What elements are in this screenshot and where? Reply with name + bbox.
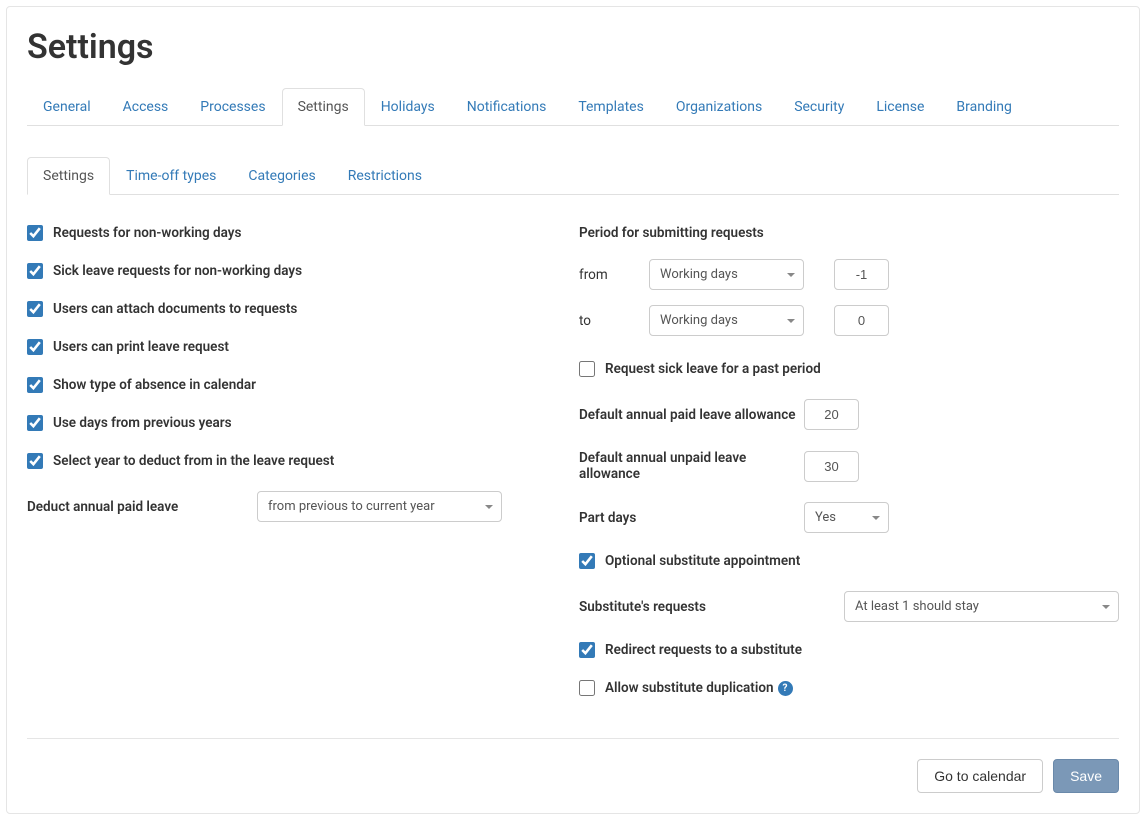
save-button[interactable]: Save bbox=[1053, 759, 1119, 793]
input-paid-allowance[interactable] bbox=[804, 399, 859, 430]
tab-branding[interactable]: Branding bbox=[940, 88, 1027, 126]
select-part-days[interactable]: Yes bbox=[804, 502, 889, 533]
subtab-categories[interactable]: Categories bbox=[232, 157, 331, 195]
main-tabs: GeneralAccessProcessesSettingsHolidaysNo… bbox=[27, 87, 1119, 126]
input-to-value[interactable] bbox=[834, 305, 889, 336]
label-requests-nonworking: Requests for non-working days bbox=[53, 225, 241, 241]
chevron-down-icon bbox=[787, 273, 795, 277]
label-to: to bbox=[579, 313, 619, 329]
select-from-unit[interactable]: Working days bbox=[649, 259, 804, 290]
checkbox-redirect[interactable] bbox=[579, 642, 595, 658]
tab-templates[interactable]: Templates bbox=[562, 88, 660, 126]
go-to-calendar-button[interactable]: Go to calendar bbox=[917, 759, 1043, 793]
checkbox-optional-substitute[interactable] bbox=[579, 553, 595, 569]
right-column: Period for submitting requests from Work… bbox=[579, 225, 1119, 718]
checkbox-sick-past[interactable] bbox=[579, 361, 595, 377]
label-from: from bbox=[579, 267, 619, 283]
chevron-down-icon bbox=[1102, 605, 1110, 609]
tab-organizations[interactable]: Organizations bbox=[660, 88, 778, 126]
chevron-down-icon bbox=[872, 516, 880, 520]
checkbox-show-type[interactable] bbox=[27, 377, 43, 393]
page-title: Settings bbox=[27, 27, 1119, 67]
label-unpaid-allowance: Default annual unpaid leave allowance bbox=[579, 450, 804, 482]
checkbox-select-year[interactable] bbox=[27, 453, 43, 469]
label-redirect: Redirect requests to a substitute bbox=[605, 642, 802, 658]
chevron-down-icon bbox=[787, 319, 795, 323]
divider bbox=[27, 738, 1119, 739]
select-deduct[interactable]: from previous to current year bbox=[257, 491, 502, 522]
input-from-value[interactable] bbox=[834, 259, 889, 290]
select-from-unit-value: Working days bbox=[660, 267, 738, 282]
tab-general[interactable]: General bbox=[27, 88, 107, 126]
label-attach-docs: Users can attach documents to requests bbox=[53, 301, 297, 317]
chevron-down-icon bbox=[485, 505, 493, 509]
left-column: Requests for non-working days Sick leave… bbox=[27, 225, 539, 718]
label-sick-past: Request sick leave for a past period bbox=[605, 361, 821, 377]
label-optional-substitute: Optional substitute appointment bbox=[605, 553, 800, 569]
tab-holidays[interactable]: Holidays bbox=[365, 88, 451, 126]
select-part-days-value: Yes bbox=[815, 510, 836, 525]
checkbox-prev-years[interactable] bbox=[27, 415, 43, 431]
select-to-unit[interactable]: Working days bbox=[649, 305, 804, 336]
subtab-time-off-types[interactable]: Time-off types bbox=[110, 157, 232, 195]
label-select-year: Select year to deduct from in the leave … bbox=[53, 453, 334, 469]
subtab-restrictions[interactable]: Restrictions bbox=[332, 157, 438, 195]
checkbox-attach-docs[interactable] bbox=[27, 301, 43, 317]
label-deduct: Deduct annual paid leave bbox=[27, 499, 257, 515]
label-sick-nonworking: Sick leave requests for non-working days bbox=[53, 263, 302, 279]
checkbox-sick-nonworking[interactable] bbox=[27, 263, 43, 279]
select-substitute-requests-value: At least 1 should stay bbox=[855, 599, 979, 614]
tab-settings[interactable]: Settings bbox=[282, 88, 365, 126]
label-show-type: Show type of absence in calendar bbox=[53, 377, 256, 393]
label-part-days: Part days bbox=[579, 510, 804, 526]
help-icon[interactable]: ? bbox=[778, 681, 793, 696]
checkbox-print[interactable] bbox=[27, 339, 43, 355]
tab-notifications[interactable]: Notifications bbox=[451, 88, 563, 126]
label-substitute-requests: Substitute's requests bbox=[579, 599, 844, 615]
footer-actions: Go to calendar Save bbox=[27, 759, 1119, 793]
select-substitute-requests[interactable]: At least 1 should stay bbox=[844, 591, 1119, 622]
subtab-settings[interactable]: Settings bbox=[27, 157, 110, 195]
label-allow-dup: Allow substitute duplication bbox=[605, 680, 774, 696]
checkbox-allow-dup[interactable] bbox=[579, 680, 595, 696]
input-unpaid-allowance[interactable] bbox=[804, 451, 859, 482]
checkbox-requests-nonworking[interactable] bbox=[27, 225, 43, 241]
label-paid-allowance: Default annual paid leave allowance bbox=[579, 407, 804, 423]
label-print: Users can print leave request bbox=[53, 339, 229, 355]
tab-license[interactable]: License bbox=[860, 88, 940, 126]
label-prev-years: Use days from previous years bbox=[53, 415, 232, 431]
period-header: Period for submitting requests bbox=[579, 225, 1119, 241]
select-deduct-value: from previous to current year bbox=[268, 499, 435, 514]
sub-tabs: SettingsTime-off typesCategoriesRestrict… bbox=[27, 156, 1119, 195]
tab-security[interactable]: Security bbox=[778, 88, 860, 126]
tab-processes[interactable]: Processes bbox=[184, 88, 281, 126]
tab-access[interactable]: Access bbox=[107, 88, 185, 126]
select-to-unit-value: Working days bbox=[660, 313, 738, 328]
